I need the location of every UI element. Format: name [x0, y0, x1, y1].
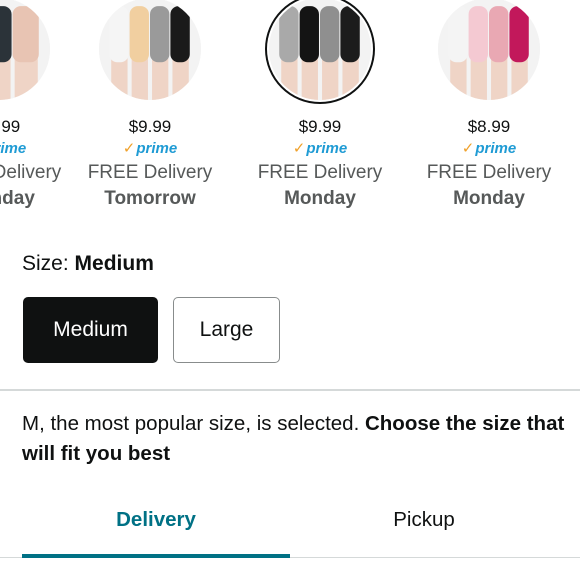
prime-badge: ✓prime — [292, 140, 348, 157]
variant-delivery: FREE Delivery — [87, 162, 213, 183]
variant-card[interactable]: $9.99 ✓prime FREE Delivery Tomorrow — [75, 0, 225, 225]
prime-check-icon: ✓ — [122, 140, 136, 157]
product-image — [269, 0, 371, 100]
variant-price: $9.99 — [0, 117, 21, 136]
variant-delivery: FREE Delivery — [0, 162, 62, 183]
size-option-large[interactable]: Large — [173, 297, 280, 363]
variant-delivery-day: Monday — [0, 188, 35, 209]
variant-card[interactable]: $9.99 ✓prime FREE Delivery Monday — [0, 0, 74, 225]
prime-check-icon: ✓ — [461, 140, 475, 157]
active-tab-indicator — [22, 554, 290, 558]
prime-badge: ✓prime — [0, 140, 27, 157]
variant-price: $8.99 — [467, 117, 511, 136]
prime-badge: ✓prime — [461, 140, 517, 157]
tab-pickup[interactable]: Pickup — [290, 508, 558, 548]
size-label: Size: — [22, 252, 69, 275]
variant-delivery: FREE Delivery — [257, 162, 383, 183]
variant-thumbnail-selected[interactable] — [269, 0, 371, 100]
size-note: M, the most popular size, is selected. C… — [22, 409, 567, 469]
product-image — [0, 0, 50, 100]
variant-thumbnail[interactable] — [99, 0, 201, 100]
variant-delivery-day: Tomorrow — [104, 188, 196, 209]
variant-price: $9.99 — [128, 117, 172, 136]
variant-thumbnail[interactable] — [0, 0, 50, 100]
variant-delivery: FREE Delivery — [426, 162, 552, 183]
prime-badge: ✓prime — [122, 140, 178, 157]
tab-delivery[interactable]: Delivery — [22, 508, 290, 548]
product-image — [99, 0, 201, 100]
size-note-text: M, the most popular size, is selected. — [22, 412, 360, 435]
size-selected-value: Medium — [74, 252, 154, 275]
size-option-medium[interactable]: Medium — [23, 297, 158, 363]
product-image — [438, 0, 540, 100]
variant-card[interactable]: $8.99 ✓prime FREE Delivery Monday — [414, 0, 564, 225]
variant-delivery-day: Monday — [284, 188, 356, 209]
variant-card-selected[interactable]: $9.99 ✓prime FREE Delivery Monday — [245, 0, 395, 225]
variant-price: $9.99 — [298, 117, 342, 136]
prime-check-icon: ✓ — [292, 140, 306, 157]
variant-carousel[interactable]: $9.99 ✓prime FREE Delivery Monday $9.99 … — [0, 0, 580, 225]
variant-thumbnail[interactable] — [438, 0, 540, 100]
size-selection-label: Size: Medium — [22, 252, 154, 276]
variant-delivery-day: Monday — [453, 188, 525, 209]
section-divider — [0, 389, 580, 391]
